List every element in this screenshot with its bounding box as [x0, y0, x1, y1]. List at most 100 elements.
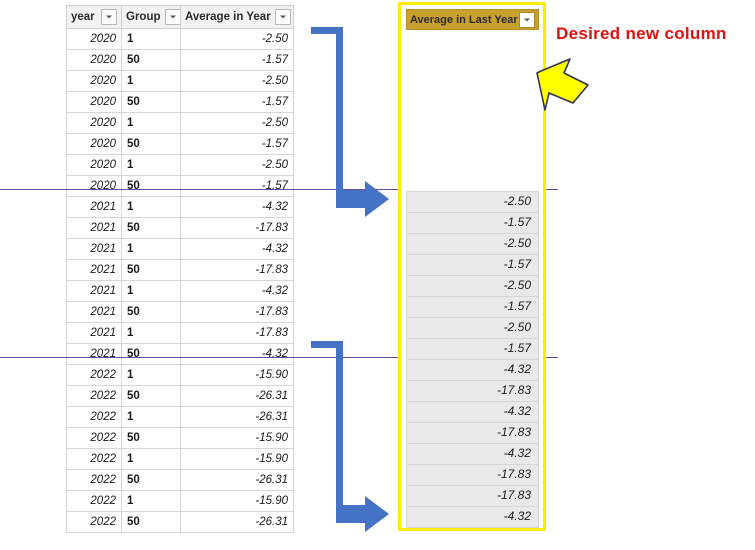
filter-dropdown-icon-year[interactable]: [101, 9, 117, 25]
cell-average-in-last-year: -17.83: [406, 381, 539, 402]
cell-average-in-last-year: -1.57: [406, 297, 539, 318]
cell-group: 50: [121, 91, 181, 113]
table-row[interactable]: 2022 50 -15.90: [66, 427, 294, 449]
cell-group: 50: [121, 49, 181, 71]
cell-group: 50: [121, 427, 181, 449]
table-header-row: year Group Average in Year: [66, 5, 294, 29]
column-header-average-in-last-year[interactable]: Average in Last Year: [406, 9, 539, 30]
average-in-last-year-cells: -2.50 -1.57 -2.50 -1.57 -2.50 -1.57 -2.50 -1.57…: [406, 191, 539, 528]
cell-group: 50: [121, 175, 181, 197]
table-row[interactable]: 2022 1 -15.90: [66, 364, 294, 386]
filter-dropdown-icon-average-in-last-year[interactable]: [519, 11, 535, 28]
cell-average-in-year: -15.90: [180, 364, 294, 386]
cell-group: 50: [121, 259, 181, 281]
cell-group: 1: [121, 490, 181, 512]
cell-average-in-year: -17.83: [180, 259, 294, 281]
cell-average-in-year: -2.50: [180, 154, 294, 176]
table-row[interactable]: 2022 1 -15.90: [66, 490, 294, 512]
cell-average-in-year: -26.31: [180, 511, 294, 533]
cell-year: 2022: [66, 364, 122, 386]
cell-average-in-year: -2.50: [180, 112, 294, 134]
cell-year: 2021: [66, 280, 122, 302]
table-row[interactable]: 2021 1 -17.83: [66, 322, 294, 344]
cell-year: 2020: [66, 154, 122, 176]
cell-average-in-last-year: -2.50: [406, 234, 539, 255]
cell-average-in-year: -4.32: [180, 280, 294, 302]
cell-average-in-last-year: -1.57: [406, 255, 539, 276]
column-header-year-label: year: [71, 11, 95, 23]
cell-average-in-last-year: -2.50: [406, 276, 539, 297]
cell-average-in-year: -26.31: [180, 469, 294, 491]
cell-year: 2021: [66, 196, 122, 218]
table-row[interactable]: 2021 50 -17.83: [66, 259, 294, 281]
table-row[interactable]: 2022 50 -26.31: [66, 385, 294, 407]
cell-average-in-last-year: -17.83: [406, 486, 539, 507]
cell-average-in-last-year: -4.32: [406, 360, 539, 381]
cell-year: 2021: [66, 343, 122, 365]
table-row[interactable]: 2022 50 -26.31: [66, 469, 294, 491]
cell-average-in-last-year: -4.32: [406, 507, 539, 528]
table-row[interactable]: 2020 50 -1.57: [66, 91, 294, 113]
cell-group: 1: [121, 70, 181, 92]
column-header-group[interactable]: Group: [121, 5, 181, 29]
cell-average-in-year: -1.57: [180, 91, 294, 113]
table-row[interactable]: 2022 1 -26.31: [66, 406, 294, 428]
cell-group: 50: [121, 217, 181, 239]
cell-group: 1: [121, 280, 181, 302]
cell-group: 1: [121, 112, 181, 134]
cell-year: 2020: [66, 91, 122, 113]
column-header-year[interactable]: year: [66, 5, 122, 29]
cell-year: 2020: [66, 133, 122, 155]
cell-average-in-last-year: -2.50: [406, 318, 539, 339]
table-row[interactable]: 2020 50 -1.57: [66, 49, 294, 71]
cell-average-in-last-year: -17.83: [406, 465, 539, 486]
cell-average-in-year: -4.32: [180, 343, 294, 365]
column-header-group-label: Group: [126, 11, 161, 23]
table-row[interactable]: 2020 1 -2.50: [66, 112, 294, 134]
table-row[interactable]: 2020 1 -2.50: [66, 154, 294, 176]
desired-new-column-callout: Desired new column: [556, 24, 727, 43]
source-data-table: year Group Average in Year 2020 1 -2.50 …: [66, 5, 294, 533]
filter-dropdown-icon-average-in-year[interactable]: [274, 9, 291, 25]
cell-average-in-year: -26.31: [180, 406, 294, 428]
cell-year: 2022: [66, 427, 122, 449]
table-row[interactable]: 2021 1 -4.32: [66, 196, 294, 218]
table-row[interactable]: 2022 1 -15.90: [66, 448, 294, 470]
cell-group: 1: [121, 322, 181, 344]
column-header-average-in-year[interactable]: Average in Year: [180, 5, 294, 29]
cell-average-in-year: -1.57: [180, 133, 294, 155]
cell-average-in-last-year: -4.32: [406, 402, 539, 423]
cell-group: 50: [121, 343, 181, 365]
table-row[interactable]: 2020 50 -1.57: [66, 175, 294, 197]
cell-average-in-year: -1.57: [180, 49, 294, 71]
cell-year: 2022: [66, 490, 122, 512]
cell-year: 2021: [66, 322, 122, 344]
cell-average-in-year: -17.83: [180, 322, 294, 344]
table-row[interactable]: 2021 50 -4.32: [66, 343, 294, 365]
cell-average-in-year: -17.83: [180, 301, 294, 323]
table-row[interactable]: 2020 50 -1.57: [66, 133, 294, 155]
cell-average-in-year: -2.50: [180, 28, 294, 50]
table-row[interactable]: 2021 1 -4.32: [66, 280, 294, 302]
table-row[interactable]: 2021 1 -4.32: [66, 238, 294, 260]
table-row[interactable]: 2020 1 -2.50: [66, 28, 294, 50]
cell-year: 2022: [66, 448, 122, 470]
cell-average-in-last-year: -4.32: [406, 444, 539, 465]
cell-group: 1: [121, 448, 181, 470]
table-row[interactable]: 2021 50 -17.83: [66, 217, 294, 239]
filter-dropdown-icon-group[interactable]: [164, 9, 180, 25]
cell-group: 1: [121, 238, 181, 260]
cell-year: 2022: [66, 469, 122, 491]
table-row[interactable]: 2022 50 -26.31: [66, 511, 294, 533]
cell-year: 2021: [66, 301, 122, 323]
table-row[interactable]: 2020 1 -2.50: [66, 70, 294, 92]
source-table-body: 2020 1 -2.50 2020 50 -1.57 2020 1 -2.50 2020 50 -1.…: [66, 28, 294, 533]
cell-group: 50: [121, 469, 181, 491]
cell-year: 2020: [66, 112, 122, 134]
cell-year: 2021: [66, 259, 122, 281]
table-row[interactable]: 2021 50 -17.83: [66, 301, 294, 323]
cell-average-in-year: -17.83: [180, 217, 294, 239]
cell-average-in-year: -15.90: [180, 448, 294, 470]
column-header-average-in-last-year-label: Average in Last Year: [410, 13, 518, 26]
cell-average-in-last-year: -1.57: [406, 339, 539, 360]
